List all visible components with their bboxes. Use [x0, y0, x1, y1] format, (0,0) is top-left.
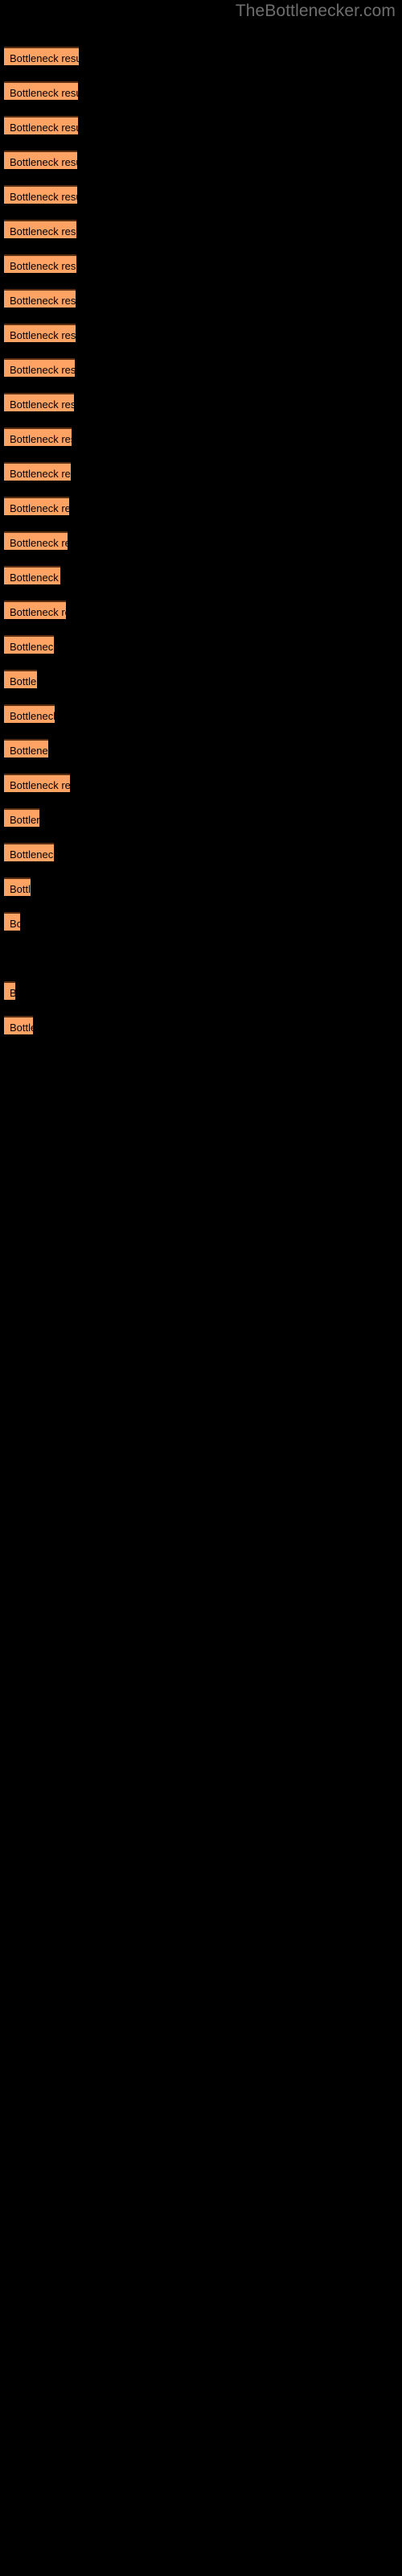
bar-clip: Bottleneck result — [4, 324, 76, 342]
bar-label: Bottleneck result — [10, 295, 76, 307]
bar-label: Bottleneck result — [10, 225, 76, 237]
bar-clip: Bottleneck result — [4, 981, 15, 1000]
bar-segment[interactable]: Bottleneck result — [4, 497, 69, 515]
bar-label: Bottleneck result — [10, 572, 60, 584]
bar-clip: Bottleneck result — [4, 116, 78, 134]
bar-label: Bottleneck result — [10, 918, 20, 930]
bar-label: Bottleneck result — [10, 87, 78, 99]
bar-label: Bottleneck result — [10, 779, 70, 791]
bar-clip: Bottleneck result — [4, 185, 77, 204]
bar-label: Bottleneck result — [10, 848, 54, 861]
bar-segment[interactable]: Bottleneck result — [4, 877, 31, 896]
bar-clip: Bottleneck result — [4, 47, 79, 65]
bar-clip: Bottleneck result — [4, 774, 70, 792]
bar-segment[interactable]: Bottleneck result — [4, 912, 20, 931]
bar-segment[interactable]: Bottleneck result — [4, 185, 77, 204]
bar-segment[interactable]: Bottleneck result — [4, 704, 55, 723]
bar-segment[interactable]: Bottleneck result — [4, 393, 74, 411]
bar-clip: Bottleneck result — [4, 912, 20, 931]
bar-segment[interactable]: Bottleneck result — [4, 358, 75, 377]
bar-label: Bottleneck result — [10, 814, 39, 826]
bar-clip: Bottleneck result — [4, 531, 68, 550]
bar-label: Bottleneck result — [10, 1022, 33, 1034]
bar-segment[interactable]: Bottleneck result — [4, 601, 66, 619]
bar-label: Bottleneck result — [10, 641, 54, 653]
bar-label: Bottleneck result — [10, 433, 72, 445]
bar-label: Bottleneck result — [10, 122, 78, 134]
bar-label: Bottleneck result — [10, 502, 69, 514]
bar-label: Bottleneck result — [10, 52, 79, 64]
bar-clip: Bottleneck result — [4, 497, 69, 515]
bar-label: Bottleneck result — [10, 329, 76, 341]
bar-segment[interactable]: Bottleneck result — [4, 116, 78, 134]
bar-segment[interactable]: Bottleneck result — [4, 1016, 33, 1034]
bar-segment[interactable]: Bottleneck result — [4, 774, 70, 792]
bar-label: Bottleneck result — [10, 745, 48, 757]
bar-label: Bottleneck result — [10, 468, 71, 480]
bar-segment[interactable]: Bottleneck result — [4, 81, 78, 100]
bar-clip: Bottleneck result — [4, 289, 76, 308]
bar-clip: Bottleneck result — [4, 670, 37, 688]
bar-label: Bottleneck result — [10, 537, 68, 549]
bar-label: Bottleneck result — [10, 710, 55, 722]
bar-label: Bottleneck result — [10, 156, 77, 168]
bar-segment[interactable]: Bottleneck result — [4, 566, 60, 584]
bar-segment[interactable]: Bottleneck result — [4, 739, 48, 758]
bar-segment[interactable]: Bottleneck result — [4, 324, 76, 342]
bar-clip: Bottleneck result — [4, 843, 54, 861]
bars-layer: Bottleneck result Bottleneck result Bottle… — [0, 0, 402, 2576]
bar-segment[interactable]: Bottleneck result — [4, 670, 37, 688]
bar-label: Bottleneck result — [10, 606, 66, 618]
bar-label: Bottleneck result — [10, 398, 74, 411]
bar-clip: Bottleneck result — [4, 462, 71, 481]
bar-segment[interactable]: Bottleneck result — [4, 254, 76, 273]
bar-segment[interactable]: Bottleneck result — [4, 808, 39, 827]
bar-segment[interactable]: Bottleneck result — [4, 981, 15, 1000]
bar-label: Bottleneck result — [10, 364, 75, 376]
bar-clip: Bottleneck result — [4, 877, 31, 896]
bar-clip: Bottleneck result — [4, 635, 54, 654]
bar-segment[interactable]: Bottleneck result — [4, 531, 68, 550]
bar-clip: Bottleneck result — [4, 601, 66, 619]
bar-segment[interactable]: Bottleneck result — [4, 289, 76, 308]
bar-clip: Bottleneck result — [4, 358, 75, 377]
bar-segment[interactable]: Bottleneck result — [4, 843, 54, 861]
bar-clip: Bottleneck result — [4, 151, 77, 169]
bar-label: Bottleneck result — [10, 191, 77, 203]
bar-clip: Bottleneck result — [4, 81, 78, 100]
bar-clip: Bottleneck result — [4, 254, 76, 273]
bar-label: Bottleneck result — [10, 675, 37, 687]
bar-segment[interactable]: Bottleneck result — [4, 462, 71, 481]
bar-clip: Bottleneck result — [4, 427, 72, 446]
bar-segment[interactable]: Bottleneck result — [4, 47, 79, 65]
bar-clip: Bottleneck result — [4, 393, 74, 411]
bar-clip: Bottleneck result — [4, 704, 55, 723]
bar-clip: Bottleneck result — [4, 220, 76, 238]
bar-clip: Bottleneck result — [4, 739, 48, 758]
bar-clip: Bottleneck result — [4, 1016, 33, 1034]
bar-clip: Bottleneck result — [4, 808, 39, 827]
bar-segment[interactable]: Bottleneck result — [4, 635, 54, 654]
bar-segment[interactable]: Bottleneck result — [4, 220, 76, 238]
bar-label: Bottleneck result — [10, 260, 76, 272]
bar-segment[interactable]: Bottleneck result — [4, 427, 72, 446]
bar-segment[interactable]: Bottleneck result — [4, 151, 77, 169]
bottleneck-bar-chart: TheBottlenecker.com Bottleneck resultBot… — [0, 0, 402, 2576]
bar-label: Bottleneck result — [10, 987, 15, 999]
bar-label: Bottleneck result — [10, 883, 31, 895]
bar-clip: Bottleneck result — [4, 566, 60, 584]
